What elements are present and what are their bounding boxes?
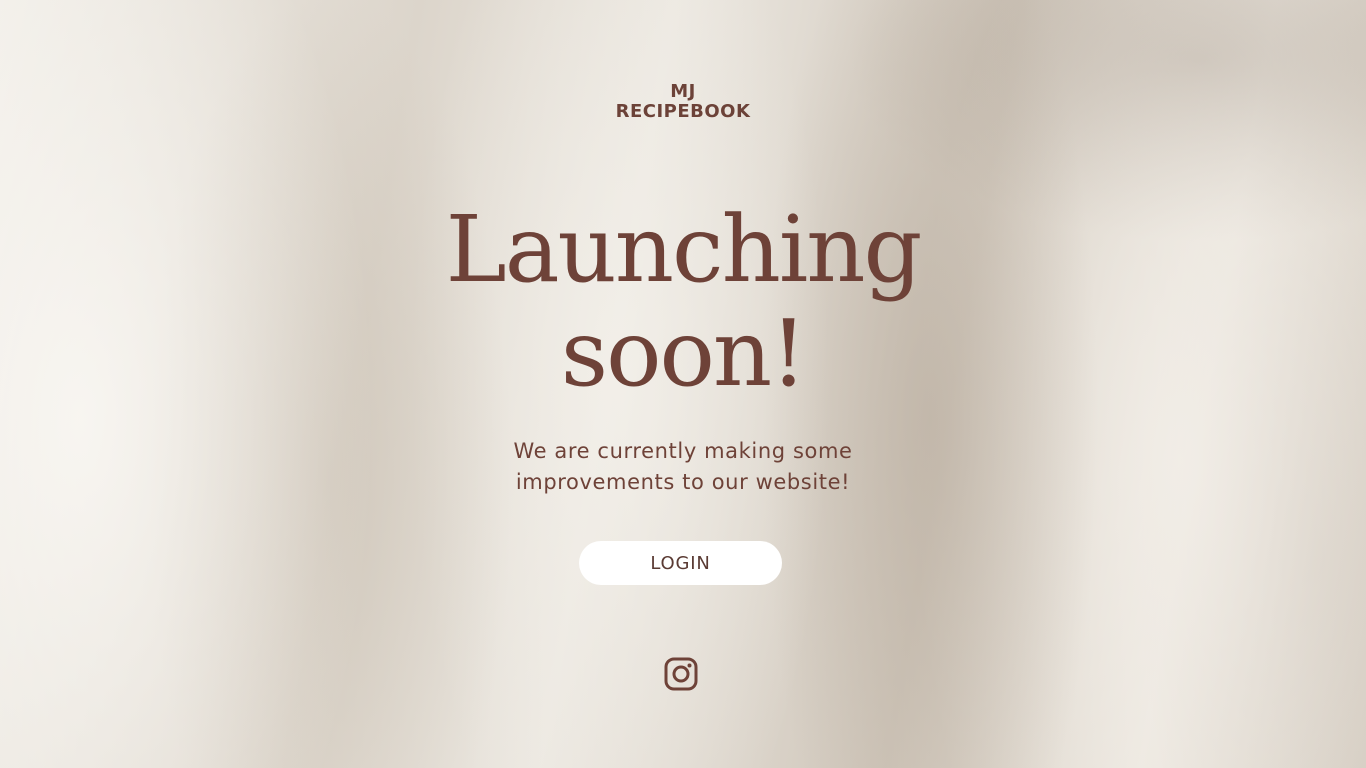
title-line-1: Launching [445,196,923,303]
page-title: Launching soon! [0,198,1366,406]
title-line-2: soon! [560,300,807,407]
subtitle: We are currently making some improvement… [0,436,1366,498]
brand-line-1: MJ [670,81,696,102]
instagram-link[interactable] [664,657,698,691]
brand-line-2: RECIPEBOOK [615,101,751,122]
subtitle-line-1: We are currently making some [513,439,853,463]
login-button[interactable]: LOGIN [579,541,782,585]
brand-logo: MJ RECIPEBOOK [0,82,1366,122]
landing-page: MJ RECIPEBOOK Launching soon! We are cur… [0,0,1366,768]
subtitle-line-2: improvements to our website! [515,470,851,494]
instagram-icon [664,657,698,691]
